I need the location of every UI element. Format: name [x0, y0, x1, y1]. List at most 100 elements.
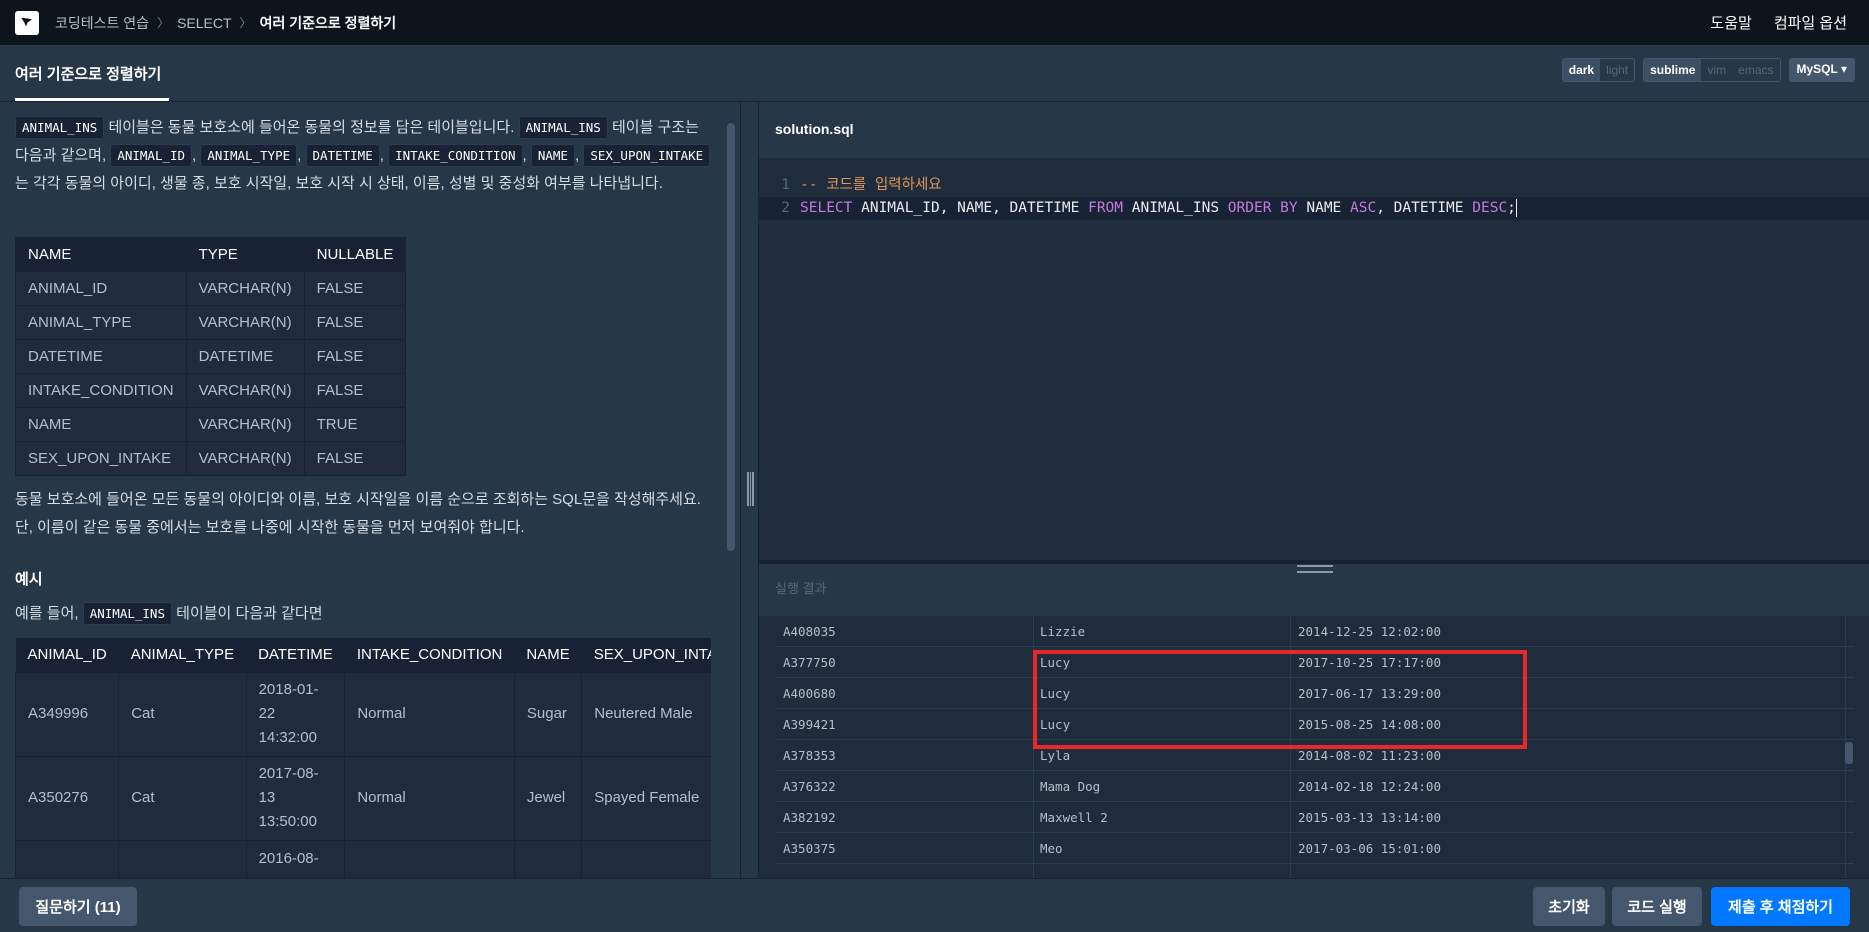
- submit-button[interactable]: 제출 후 채점하기: [1711, 887, 1850, 926]
- resize-grip-icon[interactable]: [1297, 565, 1333, 573]
- compile-options-link[interactable]: 컴파일 옵션: [1774, 12, 1847, 33]
- table-row: ANIMAL_ID VARCHAR(N) FALSE: [15, 271, 407, 306]
- code-text: ANIMAL_INS: [1123, 200, 1228, 216]
- code-col: ANIMAL_TYPE: [200, 144, 298, 167]
- table-header: ANIMAL_TYPE: [118, 638, 247, 672]
- result-name: Meo: [1040, 841, 1063, 856]
- table-cell: FALSE: [303, 271, 407, 306]
- table-cell: TRUE: [303, 407, 407, 442]
- help-link[interactable]: 도움말: [1710, 12, 1751, 33]
- theme-dark-button[interactable]: dark: [1562, 59, 1601, 81]
- table-header-row: ANIMAL_ID ANIMAL_TYPE DATETIME INTAKE_CO…: [15, 638, 711, 672]
- file-name: solution.sql: [775, 121, 854, 137]
- code-table-name: ANIMAL_INS: [518, 116, 608, 139]
- result-name: Mama Dog: [1040, 779, 1101, 794]
- table-cell: FALSE: [303, 441, 407, 476]
- table-cell: Cat: [118, 755, 247, 841]
- keymap-sublime-button[interactable]: sublime: [1644, 59, 1702, 81]
- description-text-3: 는 각각 동물의 아이디, 생물 종, 보호 시작일, 보호 시작 시 상태, …: [15, 175, 663, 192]
- table-cell: FALSE: [303, 373, 407, 408]
- breadcrumb-item-current: 여러 기준으로 정렬하기: [259, 14, 397, 31]
- description-text-1: 테이블은 동물 보호소에 들어온 동물의 정보를 담은 테이블입니다.: [108, 119, 515, 136]
- table-header: TYPE: [185, 237, 305, 272]
- code-col: ANIMAL_ID: [110, 144, 193, 167]
- result-id: A408035: [783, 624, 836, 639]
- table-cell: A349996: [15, 671, 120, 757]
- code-col: INTAKE_CONDITION: [388, 144, 523, 167]
- result-name: Lizzie: [1040, 624, 1086, 639]
- table-row: A376322 Mama Dog 2014-02-18 12:24:00: [775, 771, 1854, 802]
- table-cell: DATETIME: [185, 339, 305, 374]
- code-table-name: ANIMAL_INS: [15, 116, 105, 139]
- code-line-active: 2 SELECT ANIMAL_ID, NAME, DATETIME FROM A…: [759, 197, 1869, 220]
- bottom-bar: 질문하기 (11) 초기화 코드 실행 제출 후 채점하기: [0, 878, 1869, 932]
- result-id: A377750: [783, 655, 836, 670]
- table-cell: Sugar: [513, 671, 583, 757]
- text-cursor: [1515, 199, 1517, 217]
- result-datetime: 2014-12-25 12:02:00: [1298, 624, 1441, 639]
- results-scrollbar[interactable]: [1845, 742, 1853, 764]
- splitter-grip-icon[interactable]: [747, 472, 754, 506]
- table-cell: [513, 839, 583, 878]
- language-label: MySQL: [1796, 62, 1838, 76]
- schema-table: NAME TYPE NULLABLE ANIMAL_ID VARCHAR(N) FA…: [15, 237, 407, 476]
- table-cell: VARCHAR(N): [185, 373, 305, 408]
- table-row: A408035 Lizzie 2014-12-25 12:02:00: [775, 616, 1854, 647]
- problem-description: ANIMAL_INS 테이블은 동물 보호소에 들어온 동물의 정보를 담은 테…: [15, 114, 715, 198]
- example-table-wrap[interactable]: ANIMAL_ID ANIMAL_TYPE DATETIME INTAKE_CO…: [15, 638, 711, 878]
- breadcrumb-item-select[interactable]: SELECT: [177, 15, 231, 31]
- results-label: 실행 결과: [775, 581, 827, 596]
- result-datetime: 2017-03-06 15:01:00: [1298, 841, 1441, 856]
- breadcrumb-item-practice[interactable]: 코딩테스트 연습: [55, 13, 149, 33]
- result-datetime: 2014-08-02 11:23:00: [1298, 748, 1441, 763]
- theme-toggle: dark light: [1561, 58, 1636, 82]
- keymap-toggle: sublime vim emacs: [1643, 58, 1781, 82]
- table-cell: VARCHAR(N): [185, 271, 305, 306]
- result-name: Maxwell 2: [1040, 810, 1108, 825]
- example-lead-tail: 테이블이 다음과 같다면: [176, 605, 323, 622]
- highlight-box: [1033, 650, 1527, 749]
- table-row: 2016-08-: [15, 839, 711, 878]
- reset-button[interactable]: 초기화: [1533, 887, 1605, 926]
- theme-light-button[interactable]: light: [1600, 59, 1635, 81]
- problem-scrollbar[interactable]: [727, 123, 735, 551]
- table-row: A350276 Cat 2017-08-13 13:50:00 Normal J…: [15, 755, 711, 841]
- language-dropdown[interactable]: MySQL ▾: [1788, 58, 1855, 82]
- problem-statement: 동물 보호소에 들어온 모든 동물의 아이디와 이름, 보호 시작일을 이름 순…: [15, 491, 701, 536]
- table-cell: [344, 839, 515, 878]
- code-keyword: ORDER BY: [1227, 200, 1298, 216]
- table-cell: [118, 839, 247, 878]
- code-keyword: FROM: [1088, 200, 1124, 216]
- code-table-name: ANIMAL_INS: [82, 602, 172, 625]
- result-id: A376322: [783, 779, 836, 794]
- table-cell: NAME: [15, 407, 187, 442]
- breadcrumb: 코딩테스트 연습 〉 SELECT 〉 여러 기준으로 정렬하기: [55, 13, 396, 33]
- logo-icon[interactable]: [15, 10, 39, 35]
- code-text: , DATETIME: [1376, 200, 1473, 216]
- table-header-row: NAME TYPE NULLABLE: [15, 237, 407, 272]
- problem-pane: ANIMAL_INS 테이블은 동물 보호소에 들어온 동물의 정보를 담은 테…: [0, 102, 740, 878]
- line-number: 2: [781, 200, 790, 216]
- table-cell: 2018-01-22 14:32:00: [245, 671, 346, 757]
- code-keyword: ASC: [1350, 200, 1377, 216]
- run-code-button[interactable]: 코드 실행: [1612, 887, 1702, 926]
- table-cell: 2017-08-13 13:50:00: [245, 755, 346, 841]
- top-nav: 코딩테스트 연습 〉 SELECT 〉 여러 기준으로 정렬하기 도움말 컴파일…: [0, 0, 1869, 45]
- table-cell: VARCHAR(N): [185, 305, 305, 340]
- example-lead: 예를 들어, ANIMAL_INS 테이블이 다음과 같다면: [15, 602, 323, 625]
- lesson-title-tab[interactable]: 여러 기준으로 정렬하기: [15, 63, 161, 84]
- keymap-emacs-button[interactable]: emacs: [1732, 59, 1780, 81]
- table-cell: [581, 839, 711, 878]
- table-row: A350375 Meo 2017-03-06 15:01:00: [775, 833, 1854, 864]
- table-cell: FALSE: [303, 339, 407, 374]
- keymap-vim-button[interactable]: vim: [1701, 59, 1733, 81]
- table-cell: Jewel: [513, 755, 583, 841]
- table-header: DATETIME: [246, 638, 345, 672]
- example-heading: 예시: [15, 571, 43, 588]
- code-editor[interactable]: 1 -- 코드를 입력하세요 2 SELECT ANIMAL_ID, NAME, D…: [759, 158, 1869, 560]
- table-cell: Cat: [118, 671, 247, 757]
- code-text: ;: [1507, 200, 1516, 216]
- ask-question-button[interactable]: 질문하기 (11): [19, 887, 137, 926]
- table-row: SEX_UPON_INTAKE VARCHAR(N) FALSE: [15, 441, 407, 476]
- table-row: NAME VARCHAR(N) TRUE: [15, 407, 407, 442]
